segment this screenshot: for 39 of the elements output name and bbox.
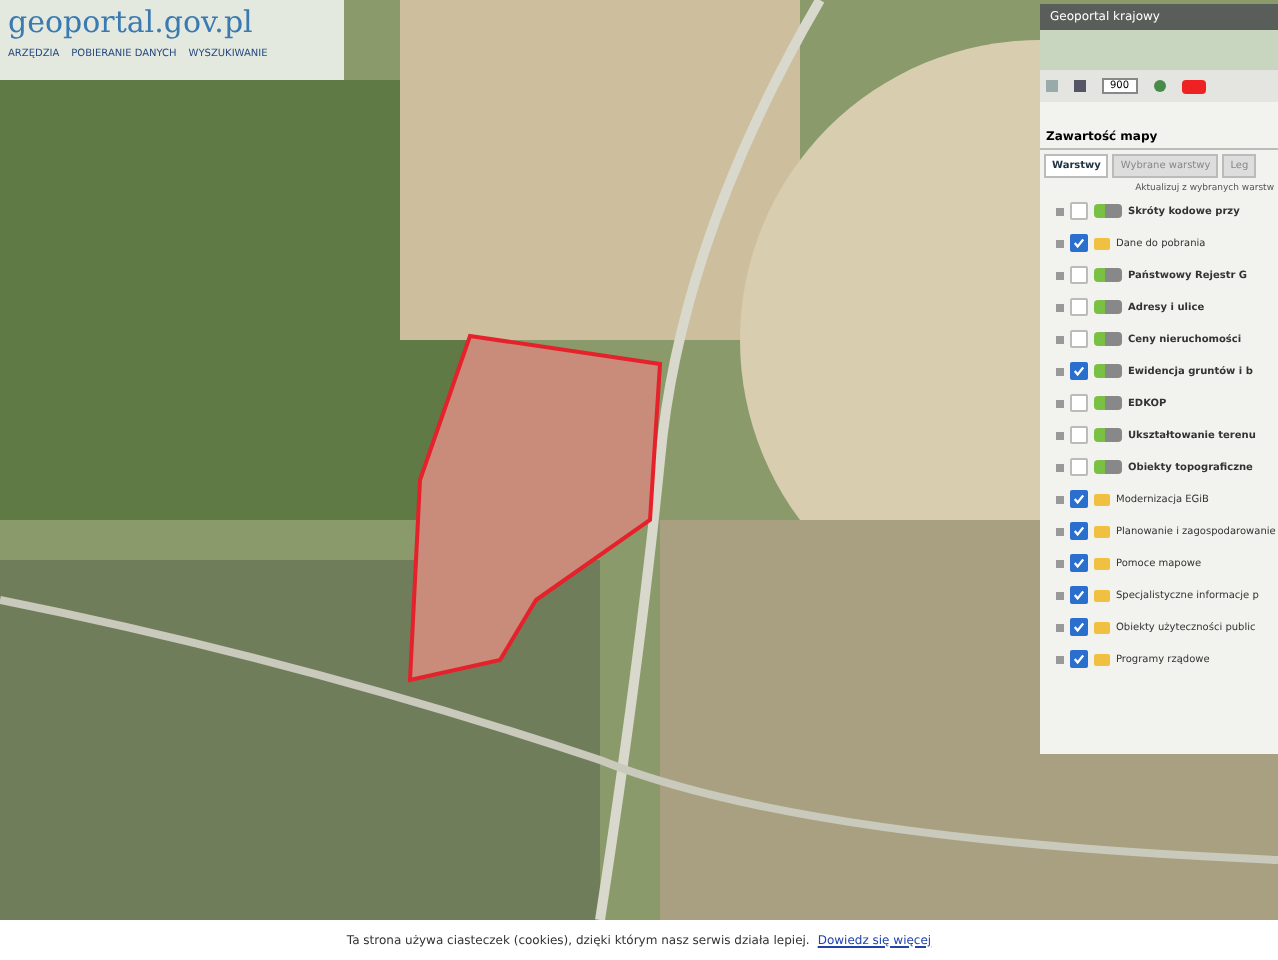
layer-checkbox[interactable] [1070,490,1088,508]
expand-icon[interactable] [1056,463,1064,471]
layer-checkbox[interactable] [1070,458,1088,476]
layer-checkbox[interactable] [1070,330,1088,348]
expand-icon[interactable] [1056,527,1064,535]
expand-icon[interactable] [1056,495,1064,503]
expand-icon[interactable] [1056,399,1064,407]
folder-icon [1094,525,1110,537]
layer-checkbox[interactable] [1070,202,1088,220]
layer-checkbox[interactable] [1070,618,1088,636]
layer-checkbox[interactable] [1070,586,1088,604]
layer-checkbox[interactable] [1070,298,1088,316]
layer-checkbox[interactable] [1070,554,1088,572]
layer-checkbox[interactable] [1070,394,1088,412]
expand-icon[interactable] [1056,431,1064,439]
expand-icon[interactable] [1056,303,1064,311]
geoportal-logo[interactable]: geoportal.gov.pl [8,4,336,40]
folder-icon [1094,653,1110,665]
layer-checkbox[interactable] [1070,426,1088,444]
expand-icon[interactable] [1056,367,1064,375]
layer-checkbox[interactable] [1070,266,1088,284]
folder-icon [1094,621,1110,633]
folder-icon [1094,493,1110,505]
expand-icon[interactable] [1056,239,1064,247]
layer-checkbox[interactable] [1070,522,1088,540]
layer-checkbox[interactable] [1070,362,1088,380]
expand-icon[interactable] [1056,655,1064,663]
expand-icon[interactable] [1056,271,1064,279]
folder-icon [1094,237,1110,249]
expand-icon[interactable] [1056,623,1064,631]
expand-icon[interactable] [1056,207,1064,215]
expand-icon[interactable] [1056,591,1064,599]
folder-icon [1094,557,1110,569]
overview-map-thumbnail[interactable] [1040,30,1278,70]
expand-icon[interactable] [1056,335,1064,343]
folder-icon [1094,589,1110,601]
layer-checkbox[interactable] [1070,650,1088,668]
layer-checkbox[interactable] [1070,234,1088,252]
expand-icon[interactable] [1056,559,1064,567]
